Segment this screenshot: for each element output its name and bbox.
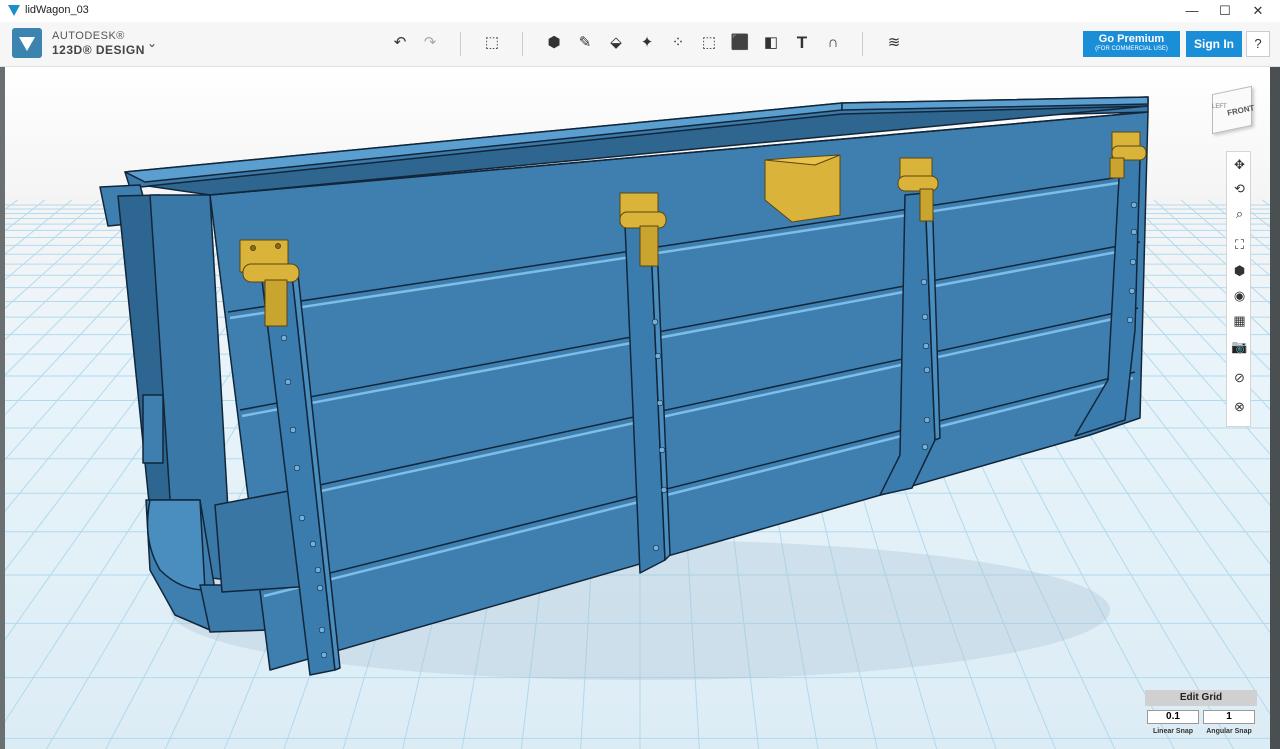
pan-icon: ✥ [1234, 157, 1245, 172]
background-strip [1270, 67, 1280, 749]
grid-line [5, 199, 100, 281]
grid-line [5, 199, 46, 232]
fit-button[interactable]: ⛶ [1227, 234, 1252, 256]
screenshot-icon: 📷 [1231, 339, 1248, 354]
material-view-icon: ▦ [1233, 313, 1246, 328]
navigation-bar: ✥ ⟲ ⌕ ⛶ ⬢ ◉ ▦ 📷 ⊘ ⊗ [1226, 151, 1251, 427]
fit-icon: ⛶ [1234, 237, 1245, 252]
grid-line [5, 199, 18, 210]
pan-button[interactable]: ✥ [1227, 154, 1252, 176]
grid-line [5, 199, 73, 255]
hide-mesh-button[interactable]: ⊗ [1227, 396, 1252, 418]
linear-snap-field[interactable]: 0.1 [1147, 710, 1199, 724]
visibility-button[interactable]: ◉ [1227, 285, 1252, 307]
grid-line [1153, 199, 1270, 305]
hide-sketch-icon: ⊘ [1234, 370, 1245, 385]
view-cube-left-label[interactable]: LEFT [1212, 104, 1227, 110]
visibility-icon: ◉ [1233, 288, 1246, 303]
grid-line [1262, 199, 1270, 207]
angular-snap-label: Angular Snap [1206, 728, 1252, 735]
zoom-button[interactable]: ⌕ [1227, 203, 1252, 225]
angular-snap-field[interactable]: 1 [1203, 710, 1255, 724]
app-window: lidWagon_03 — ☐ ✕ AUTODESK® 123D® DESIGN… [0, 0, 1280, 749]
grid-line [5, 199, 127, 309]
zoom-icon: ⌕ [1235, 206, 1244, 221]
hide-mesh-icon: ⊗ [1234, 399, 1245, 414]
screenshot-button[interactable]: 📷 [1227, 336, 1252, 358]
orbit-icon: ⟲ [1234, 181, 1245, 196]
edit-grid-panel: Edit Grid 0.1 1 Linear Snap Angular Snap [1145, 690, 1257, 742]
side-knob [142, 394, 164, 464]
hide-sketch-button[interactable]: ⊘ [1227, 367, 1252, 389]
view-icon: ⬢ [1233, 263, 1246, 278]
view-mode-button[interactable]: ⬢ [1227, 260, 1252, 282]
view-cube[interactable]: LEFT FRONT [1206, 82, 1256, 135]
orbit-button[interactable]: ⟲ [1227, 178, 1252, 200]
scene-canvas[interactable] [0, 0, 1270, 749]
edit-grid-button[interactable]: Edit Grid [1145, 690, 1257, 706]
material-view-button[interactable]: ▦ [1227, 310, 1252, 332]
linear-snap-label: Linear Snap [1152, 728, 1194, 735]
